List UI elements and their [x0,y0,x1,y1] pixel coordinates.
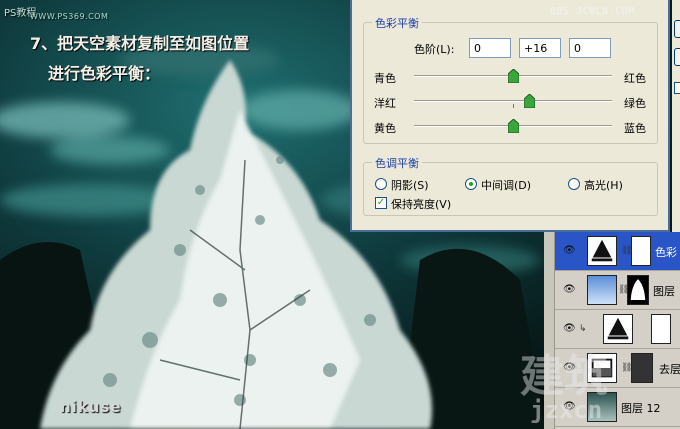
slider-label-yellow: 黄色 [374,122,396,135]
slider-label-blue: 蓝色 [624,122,646,135]
levels-label: 色阶(L): [414,43,455,56]
layer-name: 图层 12 [621,402,661,415]
slider-thumb-cyan-red[interactable] [508,69,519,83]
visibility-eye-icon[interactable]: 👁 [563,284,576,296]
site-watermark-sub: jzxcn [530,396,603,424]
step-caption-line2: 进行色彩平衡： [48,64,161,83]
sky-layer-thumbnail [587,275,617,305]
slider-track-magenta-green[interactable] [414,100,612,102]
radio-shadows[interactable] [375,178,387,190]
radio-highlights-label[interactable]: 高光(H) [584,177,623,193]
level-input-magenta-green[interactable] [519,38,561,58]
layer-mask-thumbnail [631,236,651,266]
cancel-button-edge[interactable] [674,48,680,66]
layer-row-color-balance[interactable]: 👁 ⛓ 色彩 [555,232,680,271]
site-logo: nikuse [60,398,122,416]
url-watermark: WWW.PS369.COM [30,12,109,21]
slider-label-red: 红色 [624,72,646,85]
layer-name: 去层 [659,363,680,376]
radio-midtones-label[interactable]: 中间调(D) [481,177,531,193]
slider-label-green: 绿色 [624,97,646,110]
level-input-yellow-blue[interactable] [569,38,611,58]
slider-thumb-magenta-green[interactable] [523,94,535,108]
preserve-luminosity-label[interactable]: 保持亮度(V) [391,196,451,212]
layer-mask-thumbnail [651,314,671,344]
clipping-arrow-icon: ↳ [579,324,587,334]
radio-highlights[interactable] [568,178,580,190]
forum-url-watermark: BBS.JCWCN.COM [550,6,635,17]
visibility-eye-icon[interactable]: 👁 [563,245,576,257]
color-balance-group-title: 色彩平衡 [372,15,422,31]
color-balance-dialog: 色彩平衡 色阶(L): 青色 红色 洋红 绿色 黄色 蓝色 色调平衡 阴影(S)… [350,0,670,232]
visibility-eye-icon[interactable]: 👁 [563,323,576,335]
slider-thumb-yellow-blue[interactable] [508,119,519,133]
slider-label-cyan: 青色 [374,72,396,85]
layer-mask-thumbnail [631,353,653,383]
preserve-luminosity-checkbox[interactable]: ✓ [375,197,387,209]
radio-midtones[interactable] [465,178,477,190]
tone-balance-group-title: 色调平衡 [372,155,422,171]
radio-shadows-label[interactable]: 阴影(S) [391,177,429,193]
site-watermark-large: 建筑 [520,351,608,402]
step-caption-line1: 7、把天空素材复制至如图位置 [30,34,250,53]
layer-row-sky[interactable]: 👁 ⛓ 图层 [555,271,680,310]
tree-mask-thumbnail [627,275,649,305]
level-input-cyan-red[interactable] [469,38,511,58]
slider-label-magenta: 洋红 [374,97,396,110]
center-tick [513,104,514,108]
ok-button-edge[interactable] [674,20,680,38]
layer-name: 图层 [653,285,675,298]
adjustment-layer-icon [587,236,617,266]
layer-name: 色彩 [655,246,677,259]
preview-checkbox-edge[interactable] [674,82,680,94]
screenshot-root: PS教程 WWW.PS369.COM 7、把天空素材复制至如图位置 进行色彩平衡… [0,0,680,429]
